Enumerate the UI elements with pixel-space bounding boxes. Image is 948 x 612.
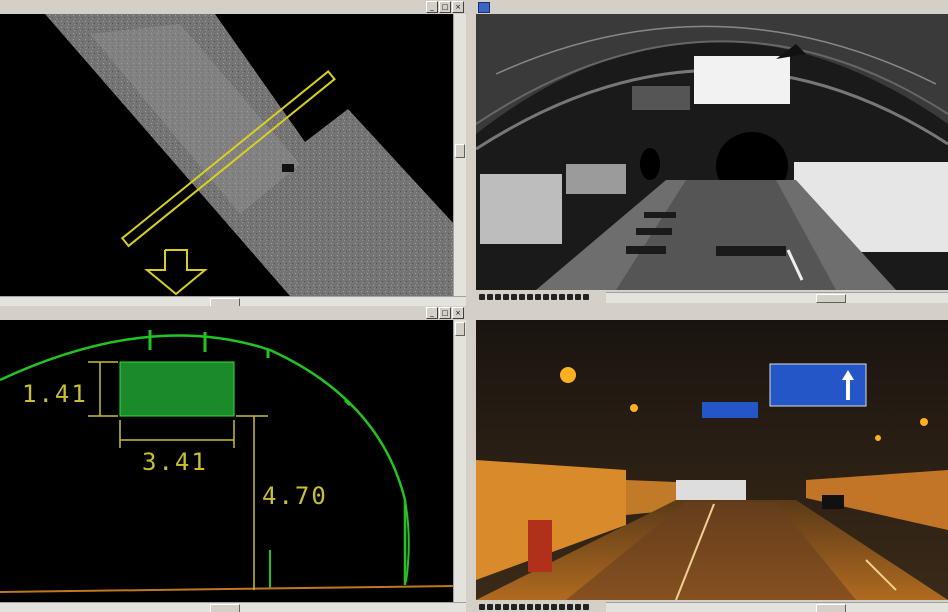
tunnel-scan-canvas xyxy=(476,14,948,290)
render-icon[interactable] xyxy=(543,604,549,610)
measure-icon[interactable] xyxy=(511,604,517,610)
view-toolbar xyxy=(476,601,589,612)
scrollbar-thumb[interactable] xyxy=(816,294,846,303)
fit-icon[interactable] xyxy=(519,294,525,300)
manhole-marker xyxy=(282,164,294,172)
measure-icon[interactable] xyxy=(511,294,517,300)
maximize-button[interactable]: □ xyxy=(439,307,451,319)
minimize-button[interactable]: _ xyxy=(426,307,438,319)
point-cloud-tunnel-view[interactable] xyxy=(476,14,948,290)
pane-titlebar[interactable]: _ □ × xyxy=(0,0,466,15)
horizontal-scrollbar[interactable] xyxy=(0,296,466,306)
settings-icon[interactable] xyxy=(575,294,581,300)
scrollbar-thumb[interactable] xyxy=(210,604,240,612)
pan-icon[interactable] xyxy=(487,604,493,610)
settings-icon[interactable] xyxy=(575,604,581,610)
pane-bottom-right[interactable] xyxy=(476,306,948,612)
width-dimension: 3.41 xyxy=(142,448,208,476)
help-icon[interactable] xyxy=(567,294,573,300)
horizontal-scrollbar[interactable] xyxy=(606,602,948,612)
select-icon[interactable] xyxy=(503,604,509,610)
scrollbar-thumb[interactable] xyxy=(816,604,846,612)
horizontal-scrollbar[interactable] xyxy=(0,602,466,612)
help-icon[interactable] xyxy=(567,604,573,610)
tunnel-photo-view[interactable] xyxy=(476,320,948,600)
pane-top-right[interactable] xyxy=(476,0,948,306)
rotate-icon[interactable] xyxy=(495,604,501,610)
pane-top-left[interactable]: _ □ × xyxy=(0,0,466,306)
view-icon[interactable] xyxy=(527,604,533,610)
close-button[interactable]: × xyxy=(452,307,464,319)
info-icon[interactable] xyxy=(583,294,589,300)
cross-section-view[interactable]: 1.41 3.41 4.70 xyxy=(0,320,454,602)
minimize-button[interactable]: _ xyxy=(426,1,438,13)
info-icon[interactable] xyxy=(583,604,589,610)
view-toolbar xyxy=(476,291,589,303)
vertical-scrollbar[interactable] xyxy=(453,14,466,296)
height-dimension: 1.41 xyxy=(22,380,88,408)
cross-section-canvas: 1.41 3.41 4.70 xyxy=(0,330,454,593)
app-icon xyxy=(478,2,490,13)
select-icon[interactable] xyxy=(503,294,509,300)
arrow-down-icon xyxy=(144,249,208,296)
pan-icon[interactable] xyxy=(487,294,493,300)
lane-sign xyxy=(702,402,758,418)
ground-line xyxy=(0,585,454,593)
pane-titlebar[interactable]: _ □ × xyxy=(0,306,466,321)
close-button[interactable]: × xyxy=(452,1,464,13)
color-icon[interactable] xyxy=(551,294,557,300)
left-wall-scan xyxy=(480,174,562,244)
vertical-scrollbar[interactable] xyxy=(453,320,466,602)
maximize-button[interactable]: □ xyxy=(439,1,451,13)
layer-icon[interactable] xyxy=(535,604,541,610)
pane-titlebar[interactable] xyxy=(476,0,948,15)
plan-view-canvas xyxy=(45,14,454,296)
tunnel-light xyxy=(560,367,576,383)
tunnel-photo-canvas xyxy=(476,320,948,600)
zoom-icon[interactable] xyxy=(479,294,485,300)
point-cloud-plan-view[interactable] xyxy=(0,14,454,296)
scrollbar-thumb[interactable] xyxy=(210,298,240,306)
horizontal-scrollbar[interactable] xyxy=(606,292,948,303)
pane-titlebar[interactable] xyxy=(476,306,948,321)
view-icon[interactable] xyxy=(527,294,533,300)
export-icon[interactable] xyxy=(559,294,565,300)
zoom-icon[interactable] xyxy=(479,604,485,610)
clearance-dimension: 4.70 xyxy=(262,482,328,510)
render-icon[interactable] xyxy=(543,294,549,300)
color-icon[interactable] xyxy=(551,604,557,610)
fit-icon[interactable] xyxy=(519,604,525,610)
sign-gantry-scan xyxy=(694,56,790,104)
rotate-icon[interactable] xyxy=(495,294,501,300)
direction-sign xyxy=(769,363,867,407)
scrollbar-thumb[interactable] xyxy=(455,144,465,158)
clearance-box xyxy=(119,361,235,417)
layer-icon[interactable] xyxy=(535,294,541,300)
export-icon[interactable] xyxy=(559,604,565,610)
scrollbar-thumb[interactable] xyxy=(455,322,465,336)
pane-bottom-left[interactable]: _ □ × 1.41 3.41 4.70 xyxy=(0,306,466,612)
